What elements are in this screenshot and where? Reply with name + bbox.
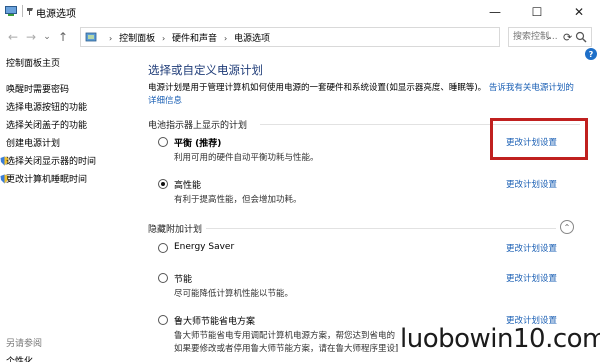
breadcrumb: › 控制面板 › 硬件和声音 › 电源选项 — [105, 31, 270, 44]
breadcrumb-separator: › — [109, 34, 113, 43]
sidebar-item-power-button[interactable]: 选择电源按钮的功能 — [6, 100, 87, 113]
plan-name: Energy Saver — [174, 242, 235, 252]
plan-description-line2: 如果要修改或者停用鲁大师节能方案，请在鲁大师程序里设置 — [174, 344, 404, 354]
minimize-button[interactable]: — — [474, 0, 516, 24]
battery-plans-label: 电池指示器上显示的计划 — [148, 121, 248, 131]
plan-description: 有利于提高性能，但会增加功耗。 — [174, 195, 302, 205]
plan-power-saver-radio[interactable] — [158, 273, 168, 283]
watermark: luobowin10.com — [398, 324, 600, 354]
change-plan-settings-link[interactable]: 更改计划设置 — [506, 242, 557, 254]
plan-power-saver: 节能 尽可能降低计算机性能以节能。 更改计划设置 — [158, 272, 578, 302]
sidebar: 控制面板主页 唤醒时需要密码 选择电源按钮的功能 选择关闭盖子的功能 创建电源计… — [0, 52, 130, 362]
plan-description: 鲁大师节能省电专用调配计算机电源方案，帮您达到省电的 — [174, 331, 396, 341]
change-plan-settings-link[interactable]: 更改计划设置 — [506, 272, 557, 284]
see-also-label: 另请参阅 — [6, 339, 43, 349]
plan-name: 节能 — [174, 275, 193, 285]
title-bar: 电源选项 — ☐ ✕ — [0, 0, 600, 24]
window-title: 电源选项 — [36, 9, 76, 20]
plan-energy-saver-radio[interactable] — [158, 243, 168, 253]
breadcrumb-separator: › — [223, 34, 228, 43]
breadcrumb-separator: › — [161, 34, 166, 43]
search-input[interactable] — [513, 30, 573, 44]
plan-high-performance-radio[interactable] — [158, 179, 168, 189]
back-arrow-icon[interactable]: ← — [6, 30, 20, 44]
highlight-box — [490, 118, 588, 160]
page-title: 选择或自定义电源计划 — [148, 63, 263, 77]
description-text: 电源计划是用于管理计算机如何使用电源的一套硬件和系统设置(如显示器亮度、睡眠等)… — [148, 83, 487, 93]
plan-energy-saver: Energy Saver 更改计划设置 — [158, 242, 578, 272]
sidebar-item-lid-close[interactable]: 选择关闭盖子的功能 — [6, 118, 87, 131]
control-panel-icon — [85, 32, 97, 42]
plan-name: 平衡 (推荐) — [174, 139, 222, 149]
collapse-hidden-plans-button[interactable]: ⌃ — [560, 220, 574, 234]
breadcrumb-control-panel[interactable]: 控制面板 — [119, 31, 155, 44]
change-plan-settings-link[interactable]: 更改计划设置 — [506, 178, 557, 190]
plan-name: 鲁大师节能省电方案 — [174, 317, 256, 327]
sidebar-item-create-plan[interactable]: 创建电源计划 — [6, 136, 60, 149]
address-bar[interactable]: › 控制面板 › 硬件和声音 › 电源选项 ⌄ ⟳ — [80, 27, 572, 47]
forward-arrow-icon[interactable]: → — [24, 30, 38, 44]
search-icon[interactable] — [575, 31, 587, 43]
sidebar-home-link[interactable]: 控制面板主页 — [6, 56, 60, 69]
plan-description: 尽可能降低计算机性能以节能。 — [174, 289, 294, 299]
pin-icon[interactable] — [26, 7, 34, 16]
plan-name: 高性能 — [174, 181, 202, 191]
plan-ludashi-radio[interactable] — [158, 315, 168, 325]
power-options-icon — [5, 6, 17, 16]
breadcrumb-power-options[interactable]: 电源选项 — [234, 31, 270, 44]
sidebar-item-wake-password[interactable]: 唤醒时需要密码 — [6, 82, 69, 95]
up-arrow-icon[interactable]: ↑ — [56, 30, 70, 44]
plan-description: 利用可用的硬件自动平衡功耗与性能。 — [174, 153, 319, 163]
title-separator — [22, 5, 23, 17]
page-description: 电源计划是用于管理计算机如何使用电源的一套硬件和系统设置(如显示器亮度、睡眠等)… — [148, 82, 580, 108]
breadcrumb-hardware-sound[interactable]: 硬件和声音 — [172, 31, 217, 44]
recent-dropdown-icon[interactable]: ⌄ — [40, 30, 54, 44]
sidebar-item-display-off[interactable]: 选择关闭显示器的时间 — [6, 154, 96, 167]
plan-high-performance: 高性能 有利于提高性能，但会增加功耗。 更改计划设置 — [158, 178, 578, 208]
plan-balanced-radio[interactable] — [158, 137, 168, 147]
maximize-button[interactable]: ☐ — [516, 0, 558, 24]
sidebar-item-sleep-time[interactable]: 更改计算机睡眠时间 — [6, 172, 87, 185]
section-divider — [206, 228, 556, 229]
hidden-plans-label: 隐藏附加计划 — [148, 225, 203, 235]
sidebar-item-personalization[interactable]: 个性化 — [6, 354, 33, 362]
main-content: 选择或自定义电源计划 电源计划是用于管理计算机如何使用电源的一套硬件和系统设置(… — [148, 52, 588, 362]
close-button[interactable]: ✕ — [558, 0, 600, 24]
navigation-bar: ← → ⌄ ↑ › 控制面板 › 硬件和声音 › 电源选项 ⌄ ⟳ — [0, 24, 600, 52]
search-box[interactable] — [508, 27, 592, 47]
